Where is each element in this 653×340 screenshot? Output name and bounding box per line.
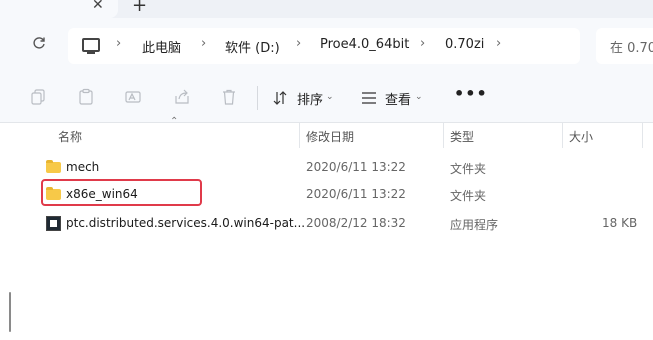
sort-label: 排序 xyxy=(297,93,324,108)
breadcrumb-separator[interactable]: › xyxy=(201,36,206,51)
file-modified: 2008/2/12 18:32 xyxy=(306,216,406,230)
more-options-button[interactable]: ••• xyxy=(454,84,488,103)
breadcrumb-proe-folder[interactable]: Proe4.0_64bit xyxy=(320,37,409,52)
file-modified: 2020/6/11 13:22 xyxy=(306,187,406,201)
file-type: 文件夹 xyxy=(450,162,487,176)
file-type: 文件夹 xyxy=(450,189,487,203)
toolbar-divider xyxy=(257,86,258,110)
sort-icon xyxy=(273,91,287,105)
breadcrumb-drive-d[interactable]: 软件 (D:) xyxy=(225,37,280,56)
view-button[interactable]: 查看 ⌄ xyxy=(361,88,425,108)
chevron-down-icon: ⌄ xyxy=(326,92,334,102)
file-type: 应用程序 xyxy=(450,218,499,232)
file-row-mech[interactable]: mech 2020/6/11 13:22 文件夹 xyxy=(40,155,653,181)
view-label: 查看 xyxy=(385,93,412,108)
file-row-ptc-services[interactable]: ptc.distributed.services.4.0.win64-pat..… xyxy=(40,211,653,237)
tab-current[interactable]: ✕ xyxy=(0,0,118,18)
breadcrumb-separator[interactable]: › xyxy=(296,36,301,51)
new-tab-button[interactable]: + xyxy=(132,0,147,16)
breadcrumb-separator[interactable]: › xyxy=(420,36,425,51)
file-size: 18 KB xyxy=(602,216,638,230)
column-divider[interactable] xyxy=(299,122,300,148)
address-row: › 此电脑 › 软件 (D:) › Proe4.0_64bit › 0.70zi… xyxy=(0,18,653,72)
column-divider[interactable] xyxy=(562,122,563,148)
column-header-row: ⌃ 名称 修改日期 类型 大小 xyxy=(0,116,653,148)
column-type[interactable]: 类型 xyxy=(450,128,474,145)
application-icon xyxy=(46,216,61,231)
file-name: mech xyxy=(66,160,100,174)
column-divider[interactable] xyxy=(642,122,643,148)
annotation-highlight-box xyxy=(41,179,202,206)
breadcrumb-this-pc[interactable]: 此电脑 xyxy=(142,37,181,56)
search-box[interactable]: 在 0.70 xyxy=(596,28,653,64)
search-input[interactable]: 在 0.70 xyxy=(610,37,653,56)
chevron-down-icon: ⌄ xyxy=(415,92,423,102)
nav-pane-scrollbar[interactable] xyxy=(9,292,11,332)
folder-icon xyxy=(46,160,61,173)
address-bar[interactable]: › 此电脑 › 软件 (D:) › Proe4.0_64bit › 0.70zi… xyxy=(68,28,580,64)
breadcrumb-separator[interactable]: › xyxy=(496,36,501,51)
breadcrumb-separator[interactable]: › xyxy=(116,36,121,51)
column-modified[interactable]: 修改日期 xyxy=(306,128,354,145)
delete-icon[interactable] xyxy=(220,88,238,106)
breadcrumb-current-folder[interactable]: 0.70zi xyxy=(445,37,484,52)
tab-strip: ✕ + xyxy=(0,0,653,18)
column-size[interactable]: 大小 xyxy=(569,128,593,145)
command-bar: 排序 ⌄ 查看 ⌄ ••• xyxy=(0,72,653,123)
file-modified: 2020/6/11 13:22 xyxy=(306,160,406,174)
view-icon xyxy=(362,92,376,104)
copy-icon[interactable] xyxy=(30,88,48,106)
paste-icon[interactable] xyxy=(77,88,95,106)
sort-ascending-icon: ⌃ xyxy=(170,116,179,127)
share-icon[interactable] xyxy=(173,88,191,106)
this-pc-icon xyxy=(82,38,100,54)
file-name: ptc.distributed.services.4.0.win64-pat..… xyxy=(66,216,306,230)
sort-button[interactable]: 排序 ⌄ xyxy=(272,88,336,108)
column-divider[interactable] xyxy=(443,122,444,148)
close-tab-icon[interactable]: ✕ xyxy=(92,0,104,13)
rename-icon[interactable] xyxy=(124,88,142,106)
refresh-icon[interactable] xyxy=(32,35,46,54)
column-name[interactable]: 名称 xyxy=(58,128,82,145)
